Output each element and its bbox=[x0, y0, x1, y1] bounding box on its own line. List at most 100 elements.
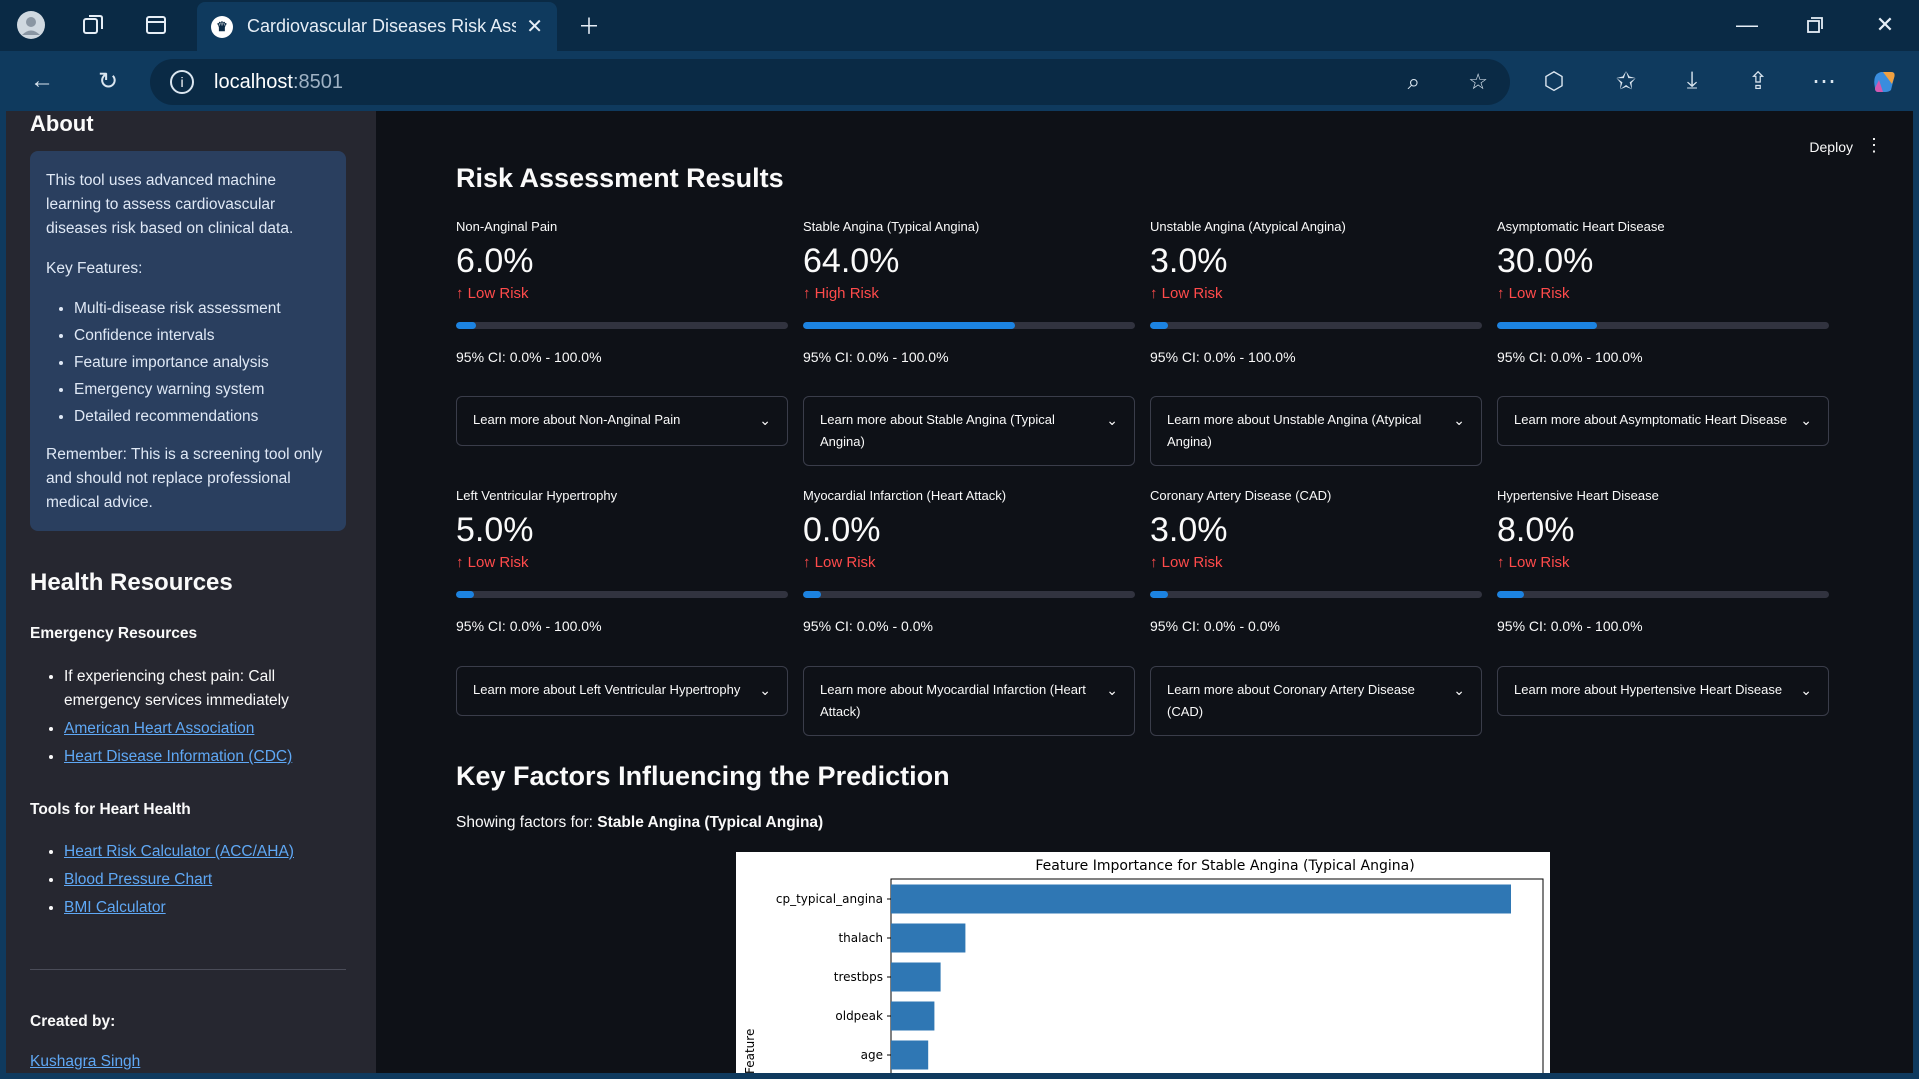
bar-thalach bbox=[891, 923, 966, 953]
tick-label-thalach: thalach bbox=[838, 931, 883, 945]
workspaces-icon[interactable] bbox=[78, 10, 108, 40]
zoom-icon[interactable]: ⌕ bbox=[1408, 69, 1420, 95]
blood-pressure-chart-link[interactable]: Blood Pressure Chart bbox=[64, 871, 212, 888]
browser-titlebar: ♛ Cardiovascular Diseases Risk Asse ✕ ＋ … bbox=[0, 0, 1919, 51]
deploy-button[interactable]: Deploy bbox=[1809, 139, 1853, 155]
progress-bar bbox=[1150, 591, 1482, 598]
site-info-icon[interactable]: i bbox=[170, 70, 194, 94]
metric-delta: ↑ Low Risk bbox=[1150, 285, 1482, 302]
american-heart-association-link[interactable]: American Heart Association bbox=[64, 720, 254, 737]
kebab-icon[interactable]: ⋮ bbox=[1865, 135, 1883, 156]
expander-label: Learn more about Non-Anginal Pain bbox=[473, 412, 681, 427]
expander-cad[interactable]: Learn more about Coronary Artery Disease… bbox=[1150, 666, 1482, 736]
feature-item: Multi-disease risk assessment bbox=[74, 297, 330, 321]
expander-non-anginal-pain[interactable]: Learn more about Non-Anginal Pain ⌄ bbox=[456, 396, 788, 446]
share-icon[interactable]: ⇪ bbox=[1742, 65, 1774, 97]
arrow-up-icon: ↑ bbox=[456, 285, 468, 302]
progress-bar bbox=[803, 322, 1135, 329]
expander-unstable-angina[interactable]: Learn more about Unstable Angina (Atypic… bbox=[1150, 396, 1482, 466]
risk-level: Low Risk bbox=[1161, 285, 1223, 302]
back-icon[interactable]: ← bbox=[26, 65, 58, 97]
remember-note: Remember: This is a screening tool only … bbox=[46, 446, 323, 511]
bar-cp_typical_angina bbox=[891, 884, 1511, 914]
tab-actions-icon[interactable] bbox=[141, 10, 171, 40]
showing-disease: Stable Angina (Typical Angina) bbox=[597, 814, 824, 831]
risk-level: Low Risk bbox=[1508, 554, 1570, 571]
confidence-interval: 95% CI: 0.0% - 100.0% bbox=[1497, 618, 1643, 634]
expander-label: Learn more about Left Ventricular Hypert… bbox=[473, 682, 741, 697]
metric-value: 5.0% bbox=[456, 511, 534, 549]
bar-oldpeak bbox=[891, 1001, 935, 1031]
extensions-icon[interactable]: ⬡ bbox=[1538, 65, 1570, 97]
arrow-up-icon: ↑ bbox=[803, 285, 815, 302]
confidence-interval: 95% CI: 0.0% - 0.0% bbox=[803, 618, 933, 634]
copilot-icon[interactable] bbox=[1868, 65, 1900, 97]
confidence-interval: 95% CI: 0.0% - 0.0% bbox=[1150, 618, 1280, 634]
metric-delta: ↑ Low Risk bbox=[1497, 554, 1829, 571]
expander-myocardial-infarction[interactable]: Learn more about Myocardial Infarction (… bbox=[803, 666, 1135, 736]
address-bar[interactable]: i localhost:8501 ⌕ ☆ bbox=[150, 59, 1510, 105]
tools-list: Heart Risk Calculator (ACC/AHA) Blood Pr… bbox=[30, 840, 350, 924]
expander-label: Learn more about Asymptomatic Heart Dise… bbox=[1514, 412, 1788, 427]
metric-value: 8.0% bbox=[1497, 511, 1575, 549]
confidence-interval: 95% CI: 0.0% - 100.0% bbox=[1150, 349, 1296, 365]
cdc-heart-disease-link[interactable]: Heart Disease Information (CDC) bbox=[64, 748, 292, 765]
link-cdc: Heart Disease Information (CDC) bbox=[64, 745, 350, 769]
metric-delta: ↑ Low Risk bbox=[803, 554, 1135, 571]
expander-label: Learn more about Unstable Angina (Atypic… bbox=[1167, 412, 1422, 449]
favorite-star-icon[interactable]: ☆ bbox=[1468, 69, 1488, 95]
progress-bar bbox=[803, 591, 1135, 598]
link-american-heart-association: American Heart Association bbox=[64, 717, 350, 741]
metric-label: Stable Angina (Typical Angina) bbox=[803, 219, 980, 234]
more-icon[interactable]: ⋯ bbox=[1808, 65, 1840, 97]
metric-non-anginal-pain: Non-Anginal Pain 6.0% ↑ Low Risk 95% CI:… bbox=[456, 219, 788, 365]
chart-title: Feature Importance for Stable Angina (Ty… bbox=[1035, 858, 1414, 874]
chevron-down-icon: ⌄ bbox=[759, 412, 771, 428]
downloads-icon[interactable]: ⤓ bbox=[1676, 65, 1708, 97]
results-title: Risk Assessment Results bbox=[456, 163, 784, 193]
metric-hypertensive: Hypertensive Heart Disease 8.0% ↑ Low Ri… bbox=[1497, 488, 1829, 634]
metric-value: 0.0% bbox=[803, 511, 881, 549]
author-link[interactable]: Kushagra Singh bbox=[30, 1053, 140, 1071]
risk-level: Low Risk bbox=[1508, 285, 1570, 302]
metric-label: Asymptomatic Heart Disease bbox=[1497, 219, 1665, 234]
close-tab-icon[interactable]: ✕ bbox=[526, 14, 543, 39]
progress-fill bbox=[456, 322, 476, 329]
expander-stable-angina[interactable]: Learn more about Stable Angina (Typical … bbox=[803, 396, 1135, 466]
heart-risk-calculator-link[interactable]: Heart Risk Calculator (ACC/AHA) bbox=[64, 843, 294, 860]
emergency-list: If experiencing chest pain: Call emergen… bbox=[30, 665, 350, 773]
favorites-icon[interactable]: ✩ bbox=[1610, 65, 1642, 97]
expander-lvh[interactable]: Learn more about Left Ventricular Hypert… bbox=[456, 666, 788, 716]
showing-prefix: Showing factors for: bbox=[456, 814, 598, 831]
restore-icon[interactable] bbox=[1800, 10, 1830, 40]
metric-unstable-angina: Unstable Angina (Atypical Angina) 3.0% ↑… bbox=[1150, 219, 1482, 365]
tick-label-trestbps: trestbps bbox=[834, 970, 883, 984]
arrow-up-icon: ↑ bbox=[1150, 285, 1162, 302]
tick-label-age: age bbox=[861, 1048, 883, 1062]
feature-item: Detailed recommendations bbox=[74, 405, 330, 429]
progress-fill bbox=[456, 591, 475, 598]
profile-icon[interactable] bbox=[16, 10, 46, 40]
bmi-calculator-link[interactable]: BMI Calculator bbox=[64, 899, 166, 916]
arrow-up-icon: ↑ bbox=[803, 554, 815, 571]
minimize-icon[interactable]: — bbox=[1732, 10, 1762, 40]
metric-delta: ↑ Low Risk bbox=[1497, 285, 1829, 302]
metric-delta: ↑ Low Risk bbox=[1150, 554, 1482, 571]
feature-importance-chart: Feature Importance for Stable Angina (Ty… bbox=[736, 852, 1550, 1079]
expander-label: Learn more about Hypertensive Heart Dise… bbox=[1514, 682, 1783, 697]
chevron-down-icon: ⌄ bbox=[1800, 412, 1812, 428]
refresh-icon[interactable]: ↻ bbox=[92, 65, 124, 97]
tab-active[interactable]: ♛ Cardiovascular Diseases Risk Asse ✕ bbox=[197, 2, 557, 51]
features-list: Multi-disease risk assessment Confidence… bbox=[46, 297, 330, 429]
metric-label: Coronary Artery Disease (CAD) bbox=[1150, 488, 1332, 503]
metric-label: Unstable Angina (Atypical Angina) bbox=[1150, 219, 1346, 234]
new-tab-icon[interactable]: ＋ bbox=[574, 10, 604, 40]
expander-asymptomatic[interactable]: Learn more about Asymptomatic Heart Dise… bbox=[1497, 396, 1829, 446]
metric-lvh: Left Ventricular Hypertrophy 5.0% ↑ Low … bbox=[456, 488, 788, 634]
confidence-interval: 95% CI: 0.0% - 100.0% bbox=[456, 349, 602, 365]
close-window-icon[interactable]: ✕ bbox=[1870, 10, 1900, 40]
showing-factors-text: Showing factors for: Stable Angina (Typi… bbox=[456, 814, 823, 832]
chevron-down-icon: ⌄ bbox=[1106, 412, 1118, 428]
metric-value: 3.0% bbox=[1150, 242, 1228, 280]
expander-hypertensive[interactable]: Learn more about Hypertensive Heart Dise… bbox=[1497, 666, 1829, 716]
